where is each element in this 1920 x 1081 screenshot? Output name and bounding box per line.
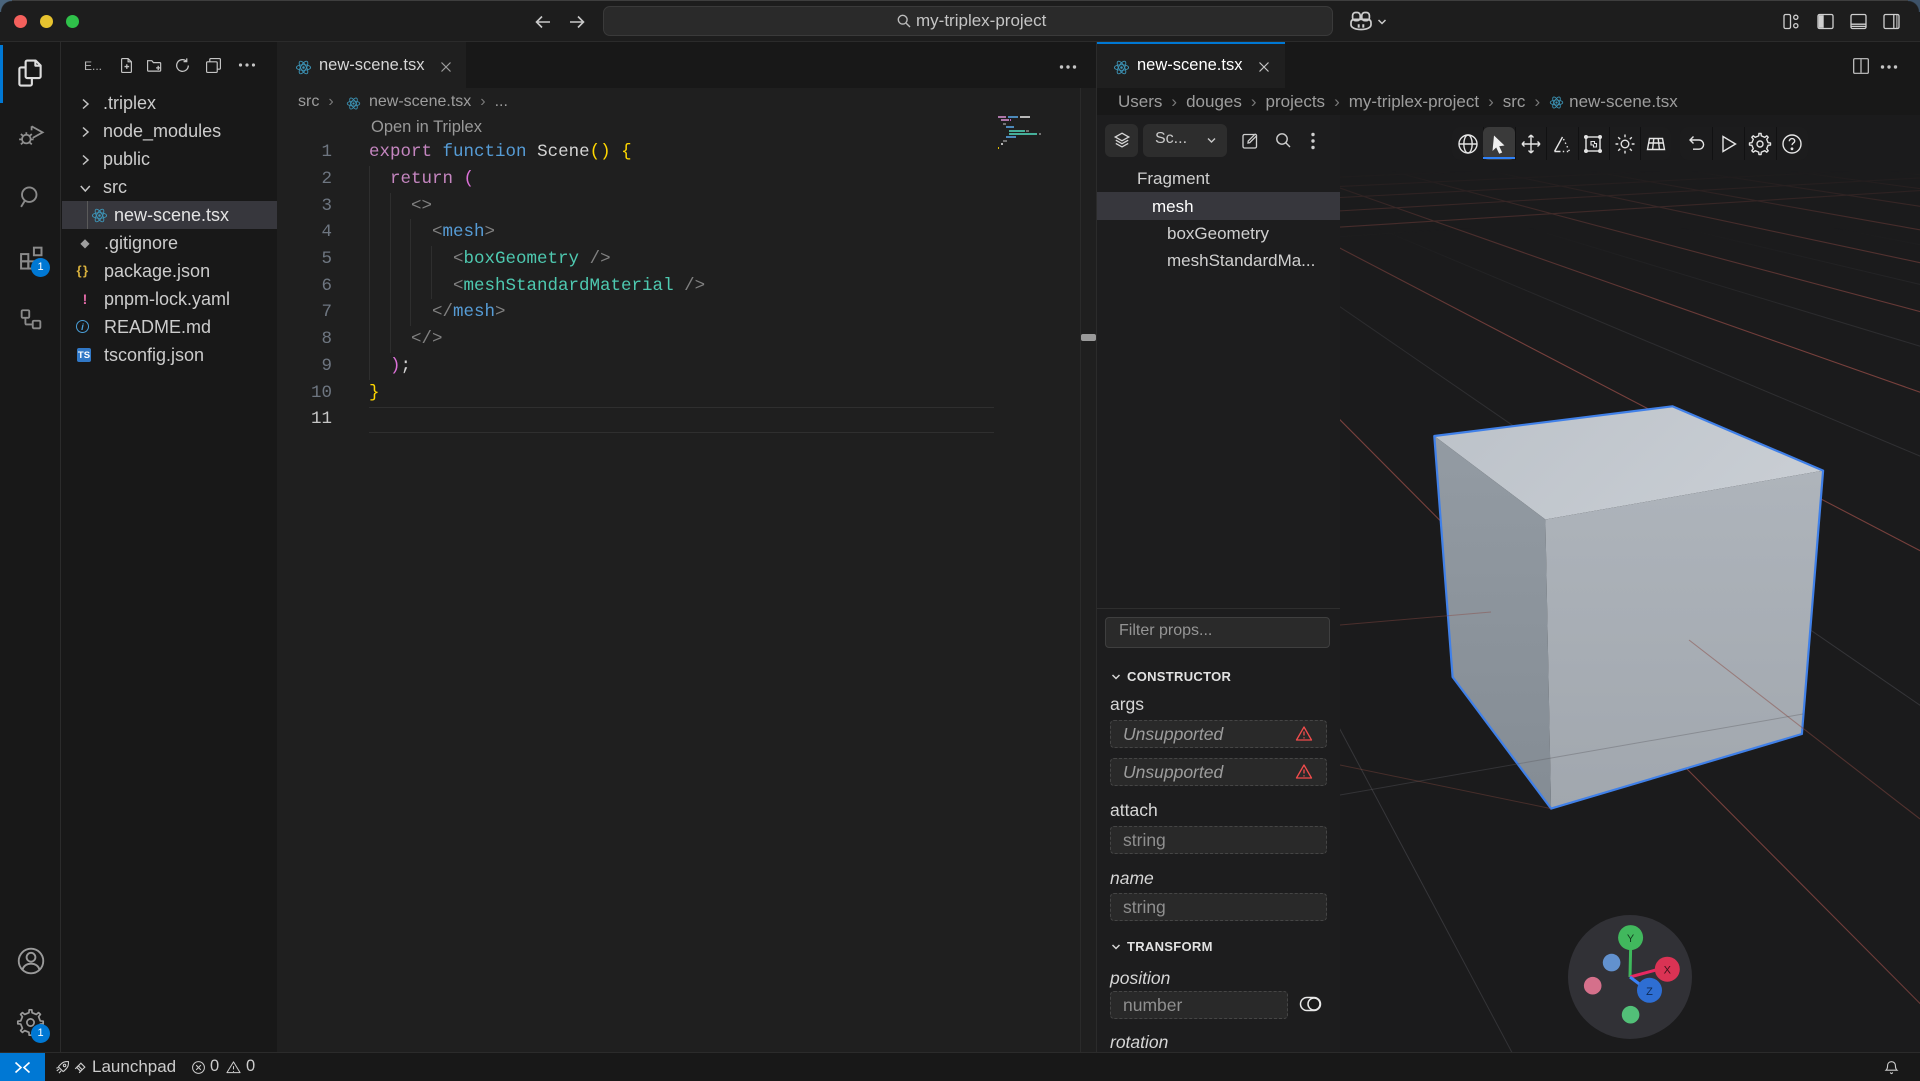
svg-text:Y: Y xyxy=(1627,933,1635,945)
svg-text:Z: Z xyxy=(1646,986,1653,998)
svg-text:X: X xyxy=(1664,965,1672,977)
